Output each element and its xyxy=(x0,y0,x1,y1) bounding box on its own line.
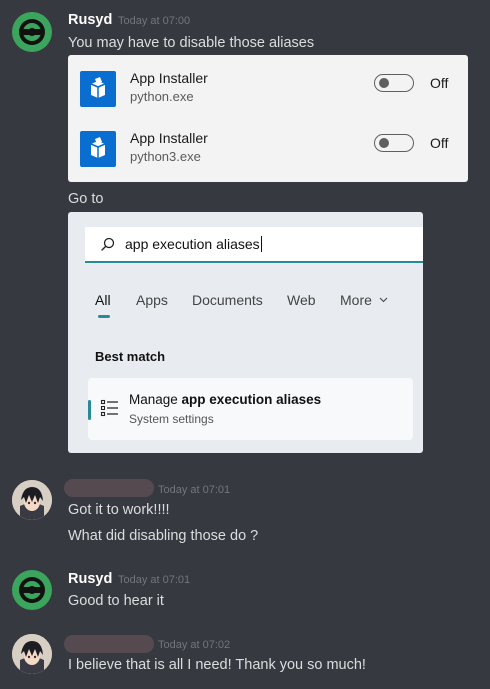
message-text: Got it to work!!!! xyxy=(68,502,170,518)
search-input: app execution aliases xyxy=(85,227,423,263)
bot-avatar-icon xyxy=(19,19,45,45)
result-subtitle: System settings xyxy=(129,412,214,426)
aliases-screenshot-embed[interactable]: App Installer python.exe Off App Install… xyxy=(68,55,468,182)
alias-toggle[interactable] xyxy=(374,134,414,152)
avatar-rusyd[interactable] xyxy=(12,12,52,52)
tab-more-label: More xyxy=(340,292,372,308)
username-redacted[interactable] xyxy=(64,635,154,653)
tab-more: More xyxy=(340,292,388,308)
bot-avatar-icon xyxy=(19,577,45,603)
search-query: app execution aliases xyxy=(125,236,262,252)
alias-app-name: App Installer xyxy=(130,70,208,86)
avatar-rusyd[interactable] xyxy=(12,570,52,610)
tab-apps: Apps xyxy=(136,292,168,308)
alias-toggle[interactable] xyxy=(374,74,414,92)
search-result: Manage app execution aliases System sett… xyxy=(88,378,413,440)
alias-app-name: App Installer xyxy=(130,130,208,146)
message-text: I believe that is all I need! Thank you … xyxy=(68,657,366,673)
tab-web: Web xyxy=(287,292,316,308)
alias-exe-name: python.exe xyxy=(130,89,194,104)
avatar-user[interactable] xyxy=(12,634,52,674)
user-avatar-icon xyxy=(12,634,52,674)
message-text: You may have to disable those aliases xyxy=(68,35,315,51)
tab-all: All xyxy=(95,292,111,308)
alias-row: App Installer python3.exe Off xyxy=(68,126,468,176)
tab-documents: Documents xyxy=(192,292,263,308)
chevron-down-icon xyxy=(379,297,388,303)
timestamp: Today at 07:01 xyxy=(158,484,231,496)
search-screenshot-embed[interactable]: app execution aliases All Apps Documents… xyxy=(68,212,423,453)
result-accent xyxy=(88,400,91,420)
settings-list-icon xyxy=(100,399,118,417)
app-installer-icon xyxy=(80,131,116,167)
message-text: Good to hear it xyxy=(68,593,164,609)
message-text: Go to xyxy=(68,191,104,207)
username-redacted[interactable] xyxy=(64,479,154,497)
best-match-heading: Best match xyxy=(95,349,166,364)
timestamp: Today at 07:02 xyxy=(158,639,231,651)
message-text: What did disabling those do ? xyxy=(68,528,259,544)
toggle-label: Off xyxy=(430,75,449,91)
result-title: Manage app execution aliases xyxy=(129,392,322,407)
search-icon xyxy=(101,237,115,251)
alias-row: App Installer python.exe Off xyxy=(68,66,468,116)
app-installer-icon xyxy=(80,71,116,107)
toggle-label: Off xyxy=(430,135,449,151)
tab-active-indicator xyxy=(98,315,110,318)
username[interactable]: Rusyd xyxy=(68,571,112,587)
timestamp: Today at 07:00 xyxy=(118,15,191,27)
username[interactable]: Rusyd xyxy=(68,12,112,28)
alias-exe-name: python3.exe xyxy=(130,149,201,164)
timestamp: Today at 07:01 xyxy=(118,574,191,586)
user-avatar-icon xyxy=(12,480,52,520)
avatar-user[interactable] xyxy=(12,480,52,520)
